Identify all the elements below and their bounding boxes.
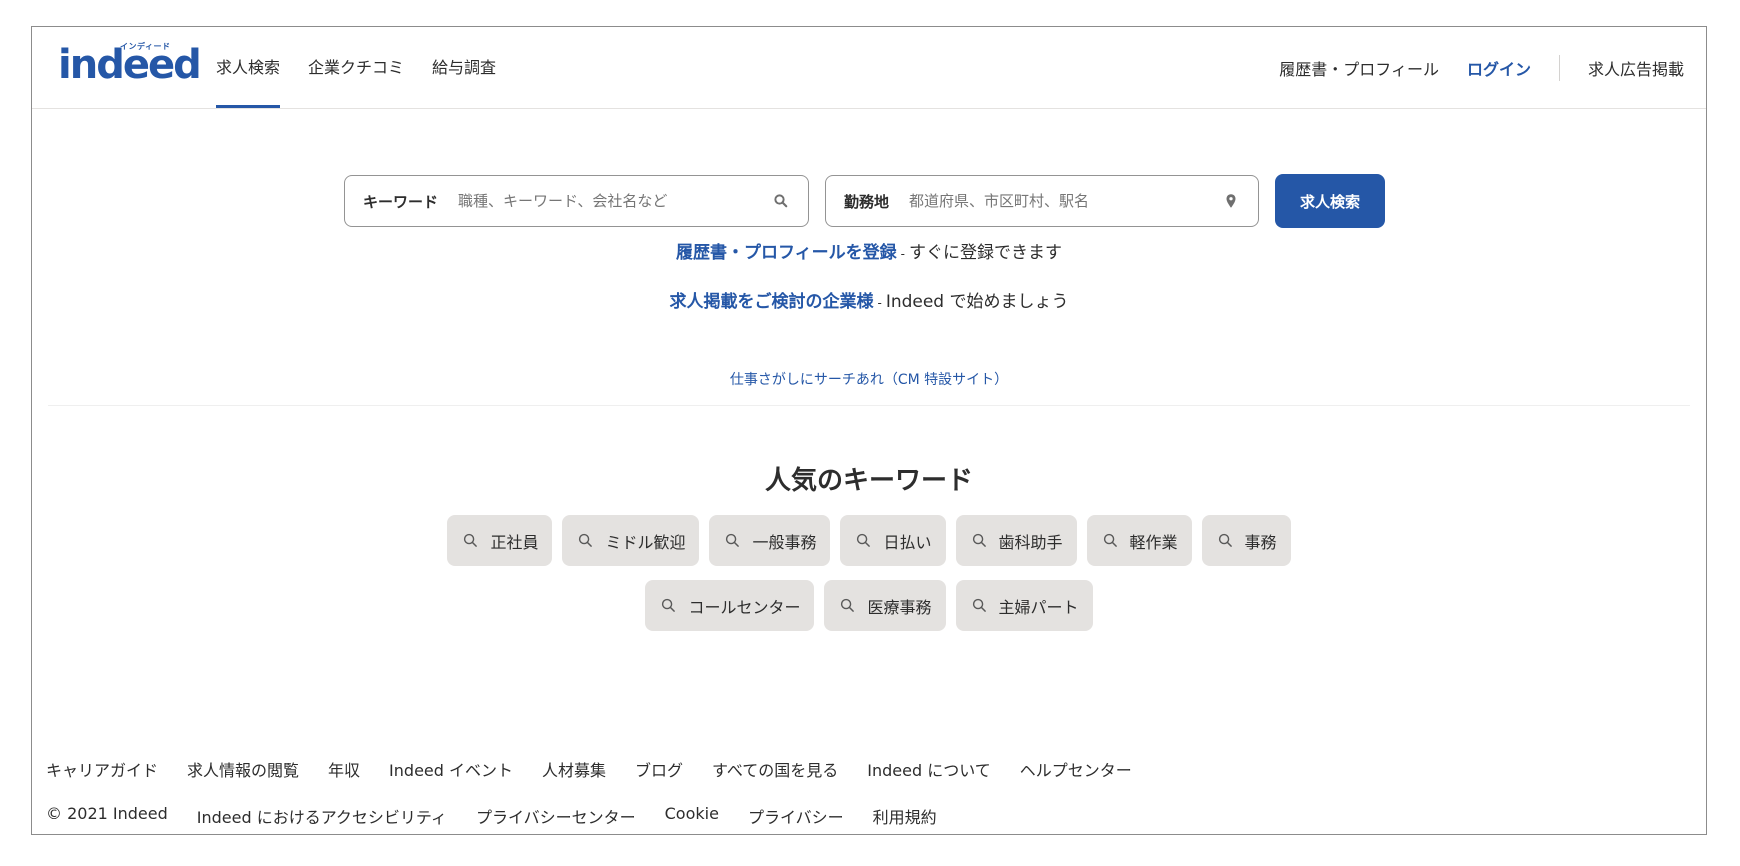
keyword-chip[interactable]: 医療事務: [824, 580, 946, 631]
keyword-chip[interactable]: コールセンター: [645, 580, 815, 631]
search-icon: [464, 533, 478, 547]
search-icon: [857, 533, 871, 547]
keyword-chip[interactable]: 正社員: [447, 515, 553, 566]
employer-link[interactable]: 求人掲載をご検討の企業様: [669, 292, 873, 312]
promo-separator: -: [877, 296, 882, 310]
footer-link-browse-jobs[interactable]: 求人情報の閲覧: [187, 757, 299, 781]
popular-keywords-row-1: 正社員 ミドル歓迎 一般事務 日払い 歯科助手 軽作業 事務: [32, 515, 1706, 566]
popular-keywords-row-2: コールセンター 医療事務 主婦パート: [32, 580, 1706, 631]
location-pin-icon: [1226, 194, 1236, 208]
resume-register-link[interactable]: 履歴書・プロフィールを登録: [676, 243, 897, 263]
search-bar: キーワード 勤務地 求人検索: [344, 174, 1385, 228]
keyword-chip[interactable]: 軽作業: [1086, 515, 1192, 566]
main-nav: 求人検索 企業クチコミ 給与調査: [216, 27, 524, 108]
footer-links: キャリアガイド 求人情報の閲覧 年収 Indeed イベント 人材募集 ブログ …: [46, 757, 1161, 781]
keyword-chip[interactable]: 歯科助手: [955, 515, 1077, 566]
employer-promo-text: Indeed で始めましょう: [885, 292, 1069, 312]
keyword-label: コールセンター: [688, 597, 801, 617]
what-label: キーワード: [363, 192, 439, 211]
footer-link-help-center[interactable]: ヘルプセンター: [1020, 757, 1132, 781]
keyword-chip[interactable]: ミドル歓迎: [562, 515, 700, 566]
keyword-chip[interactable]: 日払い: [840, 515, 946, 566]
login-link[interactable]: ログイン: [1467, 56, 1531, 80]
tab-job-search[interactable]: 求人検索: [216, 27, 281, 108]
footer-link-hiring[interactable]: 人材募集: [542, 757, 606, 781]
footer-link-salary[interactable]: 年収: [328, 757, 360, 781]
footer-link-blog[interactable]: ブログ: [635, 757, 683, 781]
resume-promo: 履歴書・プロフィールを登録 - すぐに登録できます: [32, 238, 1706, 263]
keyword-label: 一般事務: [752, 532, 817, 552]
employers-link[interactable]: 求人広告掲載: [1588, 56, 1684, 80]
resume-promo-text: すぐに登録できます: [909, 243, 1062, 263]
account-nav: 履歴書・プロフィール ログイン 求人広告掲載: [1251, 27, 1684, 108]
tab-company-reviews[interactable]: 企業クチコミ: [308, 27, 404, 108]
keyword-label: 歯科助手: [998, 532, 1063, 552]
what-input[interactable]: [456, 191, 772, 211]
keyword-chip[interactable]: 事務: [1201, 515, 1291, 566]
resume-profile-link[interactable]: 履歴書・プロフィール: [1279, 56, 1439, 80]
search-icon: [972, 533, 986, 547]
employer-promo: 求人掲載をご検討の企業様 - Indeed で始めましょう: [32, 287, 1706, 312]
footer-link-cookie[interactable]: Cookie: [665, 804, 719, 828]
site-header: インディード indeed 求人検索 企業クチコミ 給与調査 履歴書・プロフィー…: [32, 27, 1706, 109]
footer-link-countries[interactable]: すべての国を見る: [712, 757, 838, 781]
keyword-label: 医療事務: [867, 597, 932, 617]
footer-link-career-guide[interactable]: キャリアガイド: [46, 757, 158, 781]
search-icon: [972, 598, 986, 612]
nav-divider: [1558, 54, 1560, 81]
keyword-label: 主婦パート: [998, 597, 1079, 617]
footer-link-about[interactable]: Indeed について: [867, 757, 990, 781]
footer-legal: © 2021 Indeed Indeed におけるアクセシビリティ プライバシー…: [46, 804, 966, 828]
footer-link-privacy[interactable]: プライバシー: [748, 804, 844, 828]
search-icon: [726, 533, 740, 547]
logo-wordmark: indeed: [58, 42, 202, 88]
where-input[interactable]: [907, 191, 1222, 211]
keyword-chip[interactable]: 主婦パート: [955, 580, 1093, 631]
copyright: © 2021 Indeed: [46, 804, 168, 823]
keyword-label: 事務: [1244, 532, 1277, 552]
keyword-label: ミドル歓迎: [605, 532, 686, 552]
indeed-logo[interactable]: インディード indeed: [58, 41, 202, 87]
section-divider: [48, 405, 1690, 406]
search-icon: [662, 598, 676, 612]
find-jobs-button[interactable]: 求人検索: [1275, 174, 1385, 228]
keyword-label: 軽作業: [1129, 532, 1178, 552]
promo-separator: -: [900, 247, 905, 261]
cm-site-link[interactable]: 仕事さがしにサーチあれ（CM 特設サイト）: [32, 369, 1706, 389]
where-field[interactable]: 勤務地: [825, 175, 1259, 227]
search-icon: [774, 194, 788, 208]
search-icon: [841, 598, 855, 612]
footer-link-accessibility[interactable]: Indeed におけるアクセシビリティ: [197, 804, 447, 828]
footer-link-privacy-center[interactable]: プライバシーセンター: [476, 804, 636, 828]
where-label: 勤務地: [844, 192, 890, 211]
keyword-label: 正社員: [490, 532, 539, 552]
what-field[interactable]: キーワード: [344, 175, 809, 227]
tab-salary-search[interactable]: 給与調査: [432, 27, 496, 108]
popular-keywords-title: 人気のキーワード: [764, 466, 973, 496]
page-frame: インディード indeed 求人検索 企業クチコミ 給与調査 履歴書・プロフィー…: [31, 26, 1707, 835]
footer-link-events[interactable]: Indeed イベント: [389, 757, 513, 781]
search-icon: [579, 533, 593, 547]
keyword-label: 日払い: [883, 532, 932, 552]
search-icon: [1218, 533, 1232, 547]
keyword-chip[interactable]: 一般事務: [709, 515, 831, 566]
search-icon: [1103, 533, 1117, 547]
footer-link-terms[interactable]: 利用規約: [873, 804, 937, 828]
